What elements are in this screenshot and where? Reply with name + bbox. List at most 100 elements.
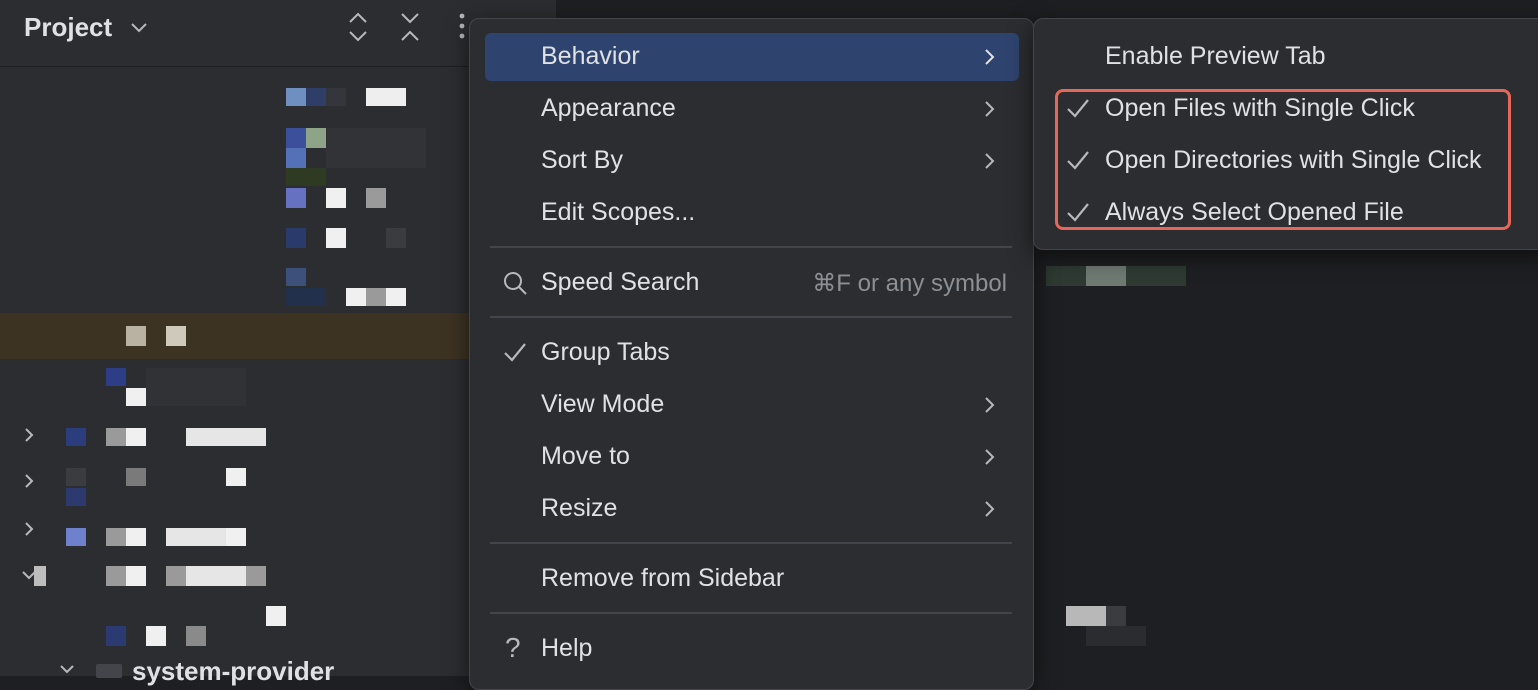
obscured-pixel (266, 606, 286, 626)
menu-item-help[interactable]: ? Help (485, 625, 1019, 673)
menu-item-edit-scopes[interactable]: Edit Scopes... (485, 189, 1019, 237)
menu-item-label: Help (541, 634, 593, 662)
menu-item-label: Resize (541, 494, 618, 522)
obscured-pixel (326, 88, 346, 106)
chevron-right-icon (985, 501, 995, 517)
menu-separator (490, 316, 1012, 318)
obscured-pixel (286, 268, 306, 286)
obscured-pixel (126, 468, 146, 486)
menu-separator (490, 246, 1012, 248)
obscured-pixel (226, 468, 246, 486)
obscured-pixel (106, 566, 126, 586)
menu-item-label: Move to (541, 442, 630, 470)
expand-all-icon[interactable] (344, 10, 372, 44)
obscured-pixel (66, 528, 86, 546)
obscured-pixel (186, 626, 206, 646)
obscured-pixel (326, 228, 346, 248)
obscured-pixel (326, 188, 346, 208)
obscured-pixel (386, 228, 406, 248)
obscured-pixel (126, 326, 146, 346)
obscured-pixel (34, 566, 46, 586)
obscured-pixel (286, 288, 326, 306)
obscured-pixel (66, 428, 86, 446)
menu-item-label: Sort By (541, 146, 623, 174)
menu-item-label: Remove from Sidebar (541, 564, 785, 592)
obscured-pixel (166, 326, 186, 346)
help-icon: ? (505, 632, 521, 663)
chevron-right-icon[interactable] (20, 426, 38, 444)
menu-item-appearance[interactable]: Appearance (485, 85, 1019, 133)
chevron-right-icon[interactable] (20, 472, 38, 490)
menu-item-behavior[interactable]: Behavior (485, 33, 1019, 81)
menu-item-move-to[interactable]: Move to (485, 433, 1019, 481)
menu-item-label: Appearance (541, 94, 676, 122)
search-icon (504, 272, 527, 295)
obscured-pixel (346, 288, 366, 306)
obscured-pixel (286, 148, 306, 168)
obscured-pixel (106, 368, 126, 386)
obscured-pixel (326, 128, 426, 168)
selected-tree-row[interactable] (0, 313, 470, 359)
obscured-pixel (286, 228, 306, 248)
obscured-pixel (126, 566, 146, 586)
checkmark-icon (504, 343, 526, 362)
menu-item-label: Speed Search (541, 268, 700, 296)
menu-item-remove-from-sidebar[interactable]: Remove from Sidebar (485, 555, 1019, 603)
obscured-pixel (286, 188, 306, 208)
obscured-pixel (126, 388, 146, 406)
submenu-item-enable-preview-tab[interactable]: Enable Preview Tab (1034, 33, 1534, 81)
obscured-pixel (106, 428, 126, 446)
obscured-pixel (106, 626, 126, 646)
submenu-item-label: Enable Preview Tab (1105, 42, 1326, 70)
obscured-pixel (146, 368, 246, 406)
menu-item-label: Edit Scopes... (541, 198, 696, 226)
obscured-pixel (126, 528, 146, 546)
obscured-pixel (306, 128, 326, 148)
menu-item-resize[interactable]: Resize (485, 485, 1019, 533)
obscured-pixel (366, 288, 386, 306)
obscured-pixel (386, 288, 406, 306)
chevron-right-icon (985, 153, 995, 169)
menu-item-label: Group Tabs (541, 338, 670, 366)
obscured-pixel (66, 468, 86, 486)
chevron-down-icon[interactable] (58, 664, 76, 676)
project-panel-title[interactable]: Project (24, 12, 112, 43)
menu-item-group-tabs[interactable]: Group Tabs (485, 329, 1019, 377)
obscured-pixel (106, 528, 126, 546)
chevron-right-icon (985, 397, 995, 413)
obscured-pixel (366, 88, 406, 106)
highlight-callout-box (1055, 89, 1511, 230)
obscured-pixel (186, 428, 266, 446)
menu-separator (490, 542, 1012, 544)
obscured-pixel (1066, 606, 1106, 626)
menu-item-view-mode[interactable]: View Mode (485, 381, 1019, 429)
menu-item-sort-by[interactable]: Sort By (485, 137, 1019, 185)
obscured-pixel (126, 428, 146, 446)
menu-item-speed-search[interactable]: Speed Search ⌘F or any symbol (485, 259, 1019, 307)
obscured-pixel (186, 566, 246, 586)
tree-item-label[interactable]: system-provider (132, 656, 334, 687)
obscured-pixel (246, 566, 266, 586)
shortcut-hint: ⌘F or any symbol (812, 270, 1007, 297)
collapse-all-icon[interactable] (396, 10, 424, 44)
chevron-down-icon[interactable] (128, 16, 150, 38)
chevron-right-icon (985, 449, 995, 465)
obscured-pixel (166, 566, 186, 586)
menu-item-label: View Mode (541, 390, 665, 418)
obscured-pixel (1086, 626, 1146, 646)
obscured-pixel (146, 626, 166, 646)
chevron-right-icon[interactable] (20, 520, 38, 538)
chevron-right-icon (985, 101, 995, 117)
chevron-right-icon (985, 49, 995, 65)
options-context-menu: Behavior Appearance Sort By Edit Scopes.… (469, 18, 1034, 690)
obscured-pixel (286, 128, 306, 148)
menu-separator (490, 612, 1012, 614)
obscured-pixel (286, 88, 306, 106)
obscured-pixel (366, 188, 386, 208)
obscured-pixel (166, 528, 226, 546)
obscured-pixel (286, 168, 326, 186)
obscured-pixel (66, 488, 86, 506)
menu-item-label: Behavior (541, 42, 640, 70)
obscured-pixel (306, 88, 326, 106)
obscured-pixel (226, 528, 246, 546)
